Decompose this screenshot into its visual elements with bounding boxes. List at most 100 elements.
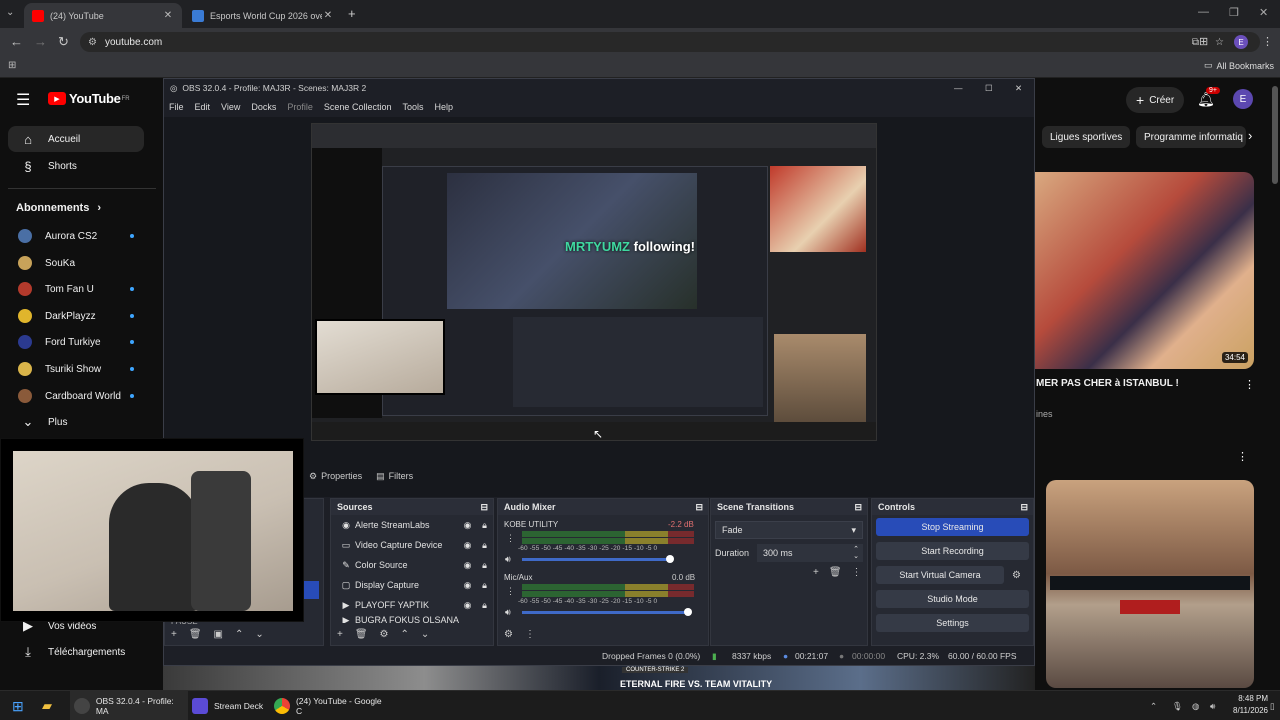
tab-esports[interactable]: Esports World Cup 2026 overvi ✕ xyxy=(184,3,342,28)
source-row[interactable]: ▶ BUGRA FOKUS OLSANA xyxy=(331,615,493,623)
move-down-icon[interactable]: ⌄ xyxy=(421,629,429,640)
eye-icon[interactable]: ◉ xyxy=(459,580,476,591)
speaker-icon[interactable]: 🔊︎ xyxy=(505,607,511,618)
add-icon[interactable]: + xyxy=(171,629,177,640)
address-bar[interactable]: ⚙ youtube.com ⧉ ☆ xyxy=(80,32,1260,52)
trash-icon[interactable]: 🗑︎ xyxy=(355,629,368,640)
account-avatar[interactable]: E xyxy=(1233,89,1253,109)
network-icon[interactable]: ◍ xyxy=(1192,691,1199,720)
volume-knob[interactable] xyxy=(666,555,674,563)
gear-icon[interactable]: ⚙ xyxy=(380,629,389,640)
tab-search-icon[interactable]: ⌄ xyxy=(6,7,14,18)
taskbar-item-stream-deck[interactable]: Stream Deck xyxy=(192,691,272,720)
profile-avatar[interactable]: E xyxy=(1234,35,1248,49)
source-row[interactable]: ▶ PLAYOFF YAPTIK ◉ 🔒︎ xyxy=(331,595,493,615)
menu-file[interactable]: File xyxy=(169,102,184,112)
eye-icon[interactable]: ◉ xyxy=(459,520,476,531)
menu-tools[interactable]: Tools xyxy=(402,102,423,112)
sidebar-item-more[interactable]: ⌄ Plus xyxy=(8,409,144,435)
duration-input[interactable]: 300 ms ⌃ ⌄ xyxy=(757,544,863,562)
chips-next-icon[interactable]: › xyxy=(1248,128,1252,143)
stepper-icon[interactable]: ⌃ ⌄ xyxy=(853,546,859,560)
studio-mode-button[interactable]: Studio Mode xyxy=(876,590,1029,608)
eye-icon[interactable]: ◉ xyxy=(459,600,476,611)
create-button[interactable]: + Créer xyxy=(1126,87,1185,113)
tab-filters[interactable]: Filters xyxy=(389,471,414,481)
taskbar-item-obs[interactable]: OBS 32.0.4 - Profile: MA xyxy=(70,691,188,720)
video-menu-icon[interactable]: ⋮ xyxy=(1244,378,1255,391)
maximize-icon[interactable]: ☐ xyxy=(985,83,993,94)
move-down-icon[interactable]: ⌄ xyxy=(255,629,263,640)
all-bookmarks[interactable]: ▭ All Bookmarks xyxy=(1204,60,1274,71)
sidebar-item-sub[interactable]: DarkPlayzz xyxy=(8,303,144,329)
volume-slider[interactable] xyxy=(522,558,672,561)
source-row[interactable]: ◉ Alerte StreamLabs ◉ 🔒︎ xyxy=(331,515,493,535)
microphone-icon[interactable]: 🎙︎ xyxy=(1172,691,1183,720)
volume-slider[interactable] xyxy=(522,611,688,614)
dock-options-icon[interactable]: ⊟ xyxy=(480,502,488,513)
volume-icon[interactable]: 🔊︎ xyxy=(1210,691,1215,720)
forward-icon[interactable]: → xyxy=(34,34,47,49)
extensions-icon[interactable]: ⊞ xyxy=(1199,35,1208,48)
source-row[interactable]: ▭ Video Capture Device ◉ 🔒︎ xyxy=(331,535,493,555)
kebab-menu-icon[interactable]: ⋮ xyxy=(506,533,515,544)
move-up-icon[interactable]: ⌃ xyxy=(235,629,243,640)
sidebar-item-sub[interactable]: Aurora CS2 xyxy=(8,223,144,249)
menu-view[interactable]: View xyxy=(221,102,240,112)
lock-icon[interactable]: 🔒︎ xyxy=(476,540,493,551)
reload-icon[interactable]: ↻ xyxy=(58,34,69,50)
maximize-icon[interactable]: ❐ xyxy=(1229,6,1239,19)
source-row[interactable]: ▢ Display Capture ◉ 🔒︎ xyxy=(331,575,493,595)
add-icon[interactable]: + xyxy=(813,567,819,578)
tab-youtube[interactable]: (24) YouTube ✕ xyxy=(24,3,182,28)
menu-profile[interactable]: Profile xyxy=(287,102,313,112)
dock-options-icon[interactable]: ⊟ xyxy=(1020,502,1028,513)
page-scrollbar[interactable] xyxy=(1272,86,1278,184)
transition-select[interactable]: Fade ▾ xyxy=(715,521,863,539)
dock-options-icon[interactable]: ⊟ xyxy=(695,502,703,513)
settings-button[interactable]: Settings xyxy=(876,614,1029,632)
minimize-icon[interactable]: — xyxy=(954,83,963,93)
site-info-icon[interactable]: ⚙ xyxy=(88,37,97,48)
youtube-logo[interactable]: ▶ YouTube FR xyxy=(48,91,130,106)
video-menu-icon[interactable]: ⋮ xyxy=(1237,450,1248,463)
dock-options-icon[interactable]: ⊟ xyxy=(854,502,862,513)
menu-icon[interactable]: ⋮ xyxy=(1262,35,1273,48)
close-icon[interactable]: ✕ xyxy=(162,10,174,21)
eye-icon[interactable]: ◉ xyxy=(459,560,476,571)
sidebar-item-shorts[interactable]: § Shorts xyxy=(8,153,144,179)
tray-chevron-icon[interactable]: ⌃ xyxy=(1150,691,1157,720)
sidebar-item-downloads[interactable]: ⤓ Téléchargements xyxy=(8,639,144,665)
kebab-menu-icon[interactable]: ⋮ xyxy=(506,586,515,597)
kebab-menu-icon[interactable]: ⋮ xyxy=(852,567,862,578)
trash-icon[interactable]: 🗑︎ xyxy=(189,629,202,640)
notification-center-icon[interactable]: ▯ xyxy=(1270,691,1275,720)
sidebar-item-sub[interactable]: Tom Fan U xyxy=(8,276,144,302)
video-thumbnail[interactable]: 34:54 xyxy=(1035,172,1254,369)
trash-icon[interactable]: 🗑︎ xyxy=(829,567,842,578)
stop-streaming-button[interactable]: Stop Streaming xyxy=(876,518,1029,536)
new-tab-icon[interactable]: + xyxy=(348,6,356,21)
close-icon[interactable]: ✕ xyxy=(322,10,334,21)
add-icon[interactable]: + xyxy=(337,629,343,640)
start-virtual-camera-button[interactable]: Start Virtual Camera xyxy=(876,566,1004,584)
sidebar-item-sub[interactable]: Ford Turkiye xyxy=(8,329,144,355)
apps-icon[interactable]: ⊞ xyxy=(8,60,16,71)
taskbar-item-chrome[interactable]: (24) YouTube - Google C xyxy=(274,691,390,720)
close-window-icon[interactable]: ✕ xyxy=(1015,83,1022,94)
tab-properties[interactable]: Properties xyxy=(321,471,362,481)
filter-icon[interactable]: ▣ xyxy=(214,629,223,640)
sidebar-item-sub[interactable]: Cardboard World xyxy=(8,383,144,409)
sidebar-item-sub[interactable]: Tsuriki Show xyxy=(8,356,144,382)
volume-knob[interactable] xyxy=(684,608,692,616)
start-recording-button[interactable]: Start Recording xyxy=(876,542,1029,560)
kebab-menu-icon[interactable]: ⋮ xyxy=(525,629,535,640)
eye-icon[interactable]: ◉ xyxy=(459,540,476,551)
subscriptions-header[interactable]: Abonnements › xyxy=(16,202,101,214)
minimize-icon[interactable]: — xyxy=(1198,6,1209,18)
video-thumbnail[interactable] xyxy=(1046,480,1254,688)
selected-scene-marker[interactable] xyxy=(303,581,319,599)
move-up-icon[interactable]: ⌃ xyxy=(401,629,409,640)
menu-help[interactable]: Help xyxy=(434,102,453,112)
clock[interactable]: 8:48 PM 8/11/2026 xyxy=(1228,693,1268,717)
